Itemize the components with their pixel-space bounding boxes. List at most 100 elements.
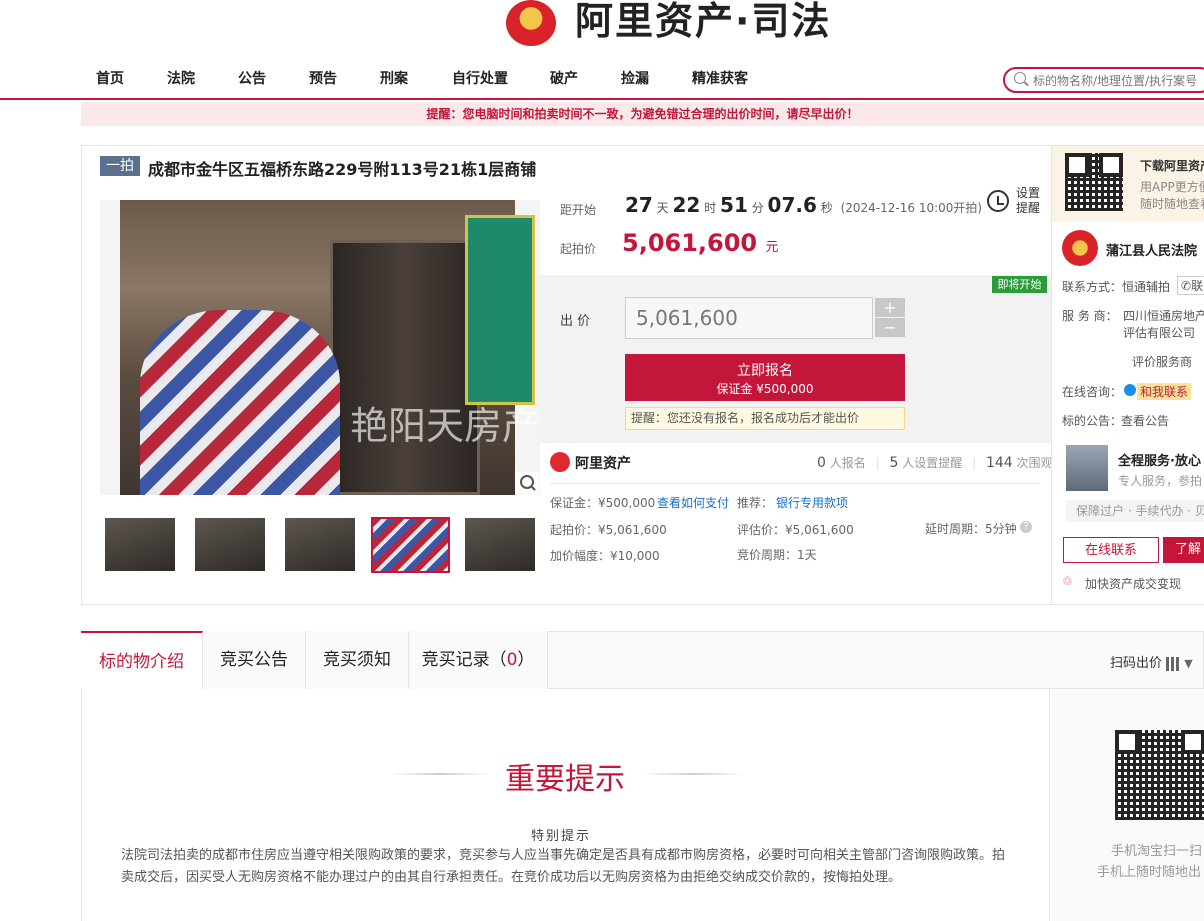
- service-value-2: 评估有限公司: [1123, 326, 1196, 340]
- app-qr-code: [1065, 153, 1123, 211]
- consult-label: 在线咨询：: [1062, 385, 1123, 399]
- accelerate-icon: ♲: [1062, 574, 1073, 588]
- time-notice-banner: 提醒：您电脑时间和拍卖时间不一致，为避免错过合理的出价时间，请尽早出价！: [81, 102, 1204, 126]
- phone-contact-button[interactable]: ✆联: [1177, 276, 1204, 295]
- help-icon[interactable]: ?: [1020, 521, 1032, 533]
- reminder-label: 人设置提醒: [902, 456, 963, 470]
- start-price-value: 5,061,600: [622, 229, 758, 257]
- start-price-detail: 起拍价：¥5,061,600: [550, 523, 667, 537]
- increase-bid-button[interactable]: +: [875, 298, 905, 317]
- photo-poster: [465, 215, 535, 405]
- nav-self-disposal[interactable]: 自行处置: [452, 68, 508, 88]
- building-image: [1066, 445, 1108, 491]
- seconds-unit: 秒: [820, 201, 833, 215]
- bank-account-link[interactable]: 银行专用款项: [776, 494, 848, 511]
- nav-announcement[interactable]: 公告: [238, 68, 266, 88]
- remind-line1: 设置: [1016, 186, 1041, 200]
- announce-label: 标的公告：: [1062, 414, 1123, 428]
- thumbnail-3[interactable]: [285, 518, 355, 571]
- tab-auction-announcement[interactable]: 竞买公告: [203, 631, 306, 689]
- signup-count: 0: [817, 455, 826, 471]
- reminder-count: 5: [889, 455, 899, 471]
- increment-detail: 加价幅度：¥10,000: [550, 549, 660, 563]
- zoom-icon[interactable]: [515, 472, 539, 494]
- countdown-seconds: 07.6: [767, 193, 817, 217]
- start-price-label: 起拍价: [560, 242, 597, 256]
- service-subtitle: 专人服务，参拍: [1118, 474, 1203, 488]
- view-announcement-link[interactable]: 查看公告: [1121, 412, 1169, 429]
- countdown: 27 天 22 时 51 分 07.6 秒 (2024-12-16 10:00开…: [625, 193, 982, 217]
- nav-precise-customers[interactable]: 精准获客: [692, 68, 748, 88]
- mobile-line2: 手机上随时随地出: [1097, 865, 1202, 880]
- search-box[interactable]: 标的物名称/地理位置/执行案号: [1003, 67, 1204, 93]
- nav-home[interactable]: 首页: [96, 68, 124, 88]
- mobile-qr-code: [1115, 730, 1204, 820]
- court-logo-icon: [1062, 230, 1098, 266]
- countdown-minutes: 51: [720, 193, 748, 217]
- bid-amount-input[interactable]: 5,061,600: [625, 297, 873, 339]
- contact-label: 联系方式：: [1062, 280, 1123, 294]
- nav-court[interactable]: 法院: [167, 68, 195, 88]
- recommend-label: 推荐：: [737, 496, 774, 510]
- countdown-days: 27: [625, 193, 653, 217]
- bid-tip: 提醒：您还没有报名，报名成功后才能出价: [625, 407, 905, 430]
- site-logo[interactable]: 阿里资产·司法: [500, 0, 860, 50]
- how-to-pay-link[interactable]: 查看如何支付: [657, 494, 729, 511]
- brand-name: 阿里资产·司法: [575, 0, 832, 43]
- countdown-label: 距开始: [560, 203, 597, 217]
- thumbnail-1[interactable]: [105, 518, 175, 571]
- tab-auction-rules[interactable]: 竞买须知: [306, 631, 409, 689]
- scan-bid-label: 扫码出价: [1110, 656, 1163, 671]
- deposit-detail: 保证金：¥500,000: [550, 496, 656, 510]
- special-notice-subheading: 特别提示: [531, 829, 592, 844]
- bid-records-close: ）: [517, 650, 535, 670]
- service-label: 服 务 商：: [1062, 309, 1118, 323]
- phone-contact-label: 联: [1191, 279, 1204, 293]
- start-price-unit: 元: [765, 240, 779, 255]
- accelerate-text[interactable]: 加快资产成交变现: [1085, 575, 1181, 592]
- divider: [550, 483, 1040, 484]
- tab-bid-records[interactable]: 竞买记录（0）: [409, 631, 548, 689]
- online-contact-button[interactable]: 在线联系: [1063, 537, 1159, 563]
- scan-to-bid[interactable]: 扫码出价 ▼: [1110, 652, 1193, 671]
- countdown-hours: 22: [672, 193, 701, 217]
- register-deposit: 保证金 ¥500,000: [716, 382, 814, 396]
- service-title: 全程服务·放心: [1118, 454, 1201, 469]
- contact-me-button[interactable]: 和我联系: [1137, 383, 1192, 400]
- bid-label: 出 价: [560, 314, 591, 329]
- coming-soon-badge: 即将开始: [992, 276, 1047, 293]
- learn-more-button[interactable]: 了解: [1163, 537, 1204, 563]
- delay-detail: 延时周期：5分钟: [925, 522, 1017, 536]
- thumbnail-4-selected[interactable]: [371, 517, 450, 573]
- nav-bankruptcy[interactable]: 破产: [550, 68, 578, 88]
- thumbnail-2[interactable]: [195, 518, 265, 571]
- hours-unit: 时: [704, 201, 717, 215]
- alarm-clock-icon: [987, 190, 1009, 212]
- photo-door: [330, 240, 480, 495]
- rate-service-link[interactable]: 评价服务商: [1132, 353, 1192, 370]
- bid-records-label: 竞买记录（: [421, 650, 507, 670]
- mobile-line1: 手机淘宝扫一扫: [1111, 844, 1203, 859]
- court-name[interactable]: 蒲江县人民法院: [1106, 240, 1197, 259]
- service-value-1: 四川恒通房地产: [1123, 309, 1204, 323]
- register-now-button[interactable]: 立即报名 保证金 ¥500,000: [625, 354, 905, 401]
- decrease-bid-button[interactable]: −: [875, 318, 905, 337]
- cycle-detail: 竞价周期：1天: [737, 548, 817, 562]
- nav-criminal[interactable]: 刑案: [380, 68, 408, 88]
- search-placeholder: 标的物名称/地理位置/执行案号: [1033, 74, 1198, 88]
- set-reminder-button[interactable]: 设置 提醒: [985, 186, 1045, 218]
- platform-name: 阿里资产: [575, 456, 631, 472]
- important-notice-heading: 重要提示: [505, 762, 625, 797]
- qr-code-icon: [1166, 656, 1181, 671]
- bid-records-count: 0: [506, 650, 518, 670]
- nav-bargain[interactable]: 捡漏: [621, 68, 649, 88]
- main-photo[interactable]: 艳阳天房产: [100, 200, 540, 495]
- photo-watermark: 艳阳天房产: [350, 404, 540, 448]
- nav-preview[interactable]: 预告: [309, 68, 337, 88]
- item-title: 成都市金牛区五福桥东路229号附113号21栋1层商铺: [148, 160, 537, 179]
- app-line1: 用APP更方便: [1140, 180, 1204, 194]
- thumbnail-5[interactable]: [465, 518, 535, 571]
- tab-item-intro[interactable]: 标的物介绍: [81, 631, 203, 689]
- view-count: 144: [985, 455, 1013, 471]
- photo-scene: [120, 200, 535, 495]
